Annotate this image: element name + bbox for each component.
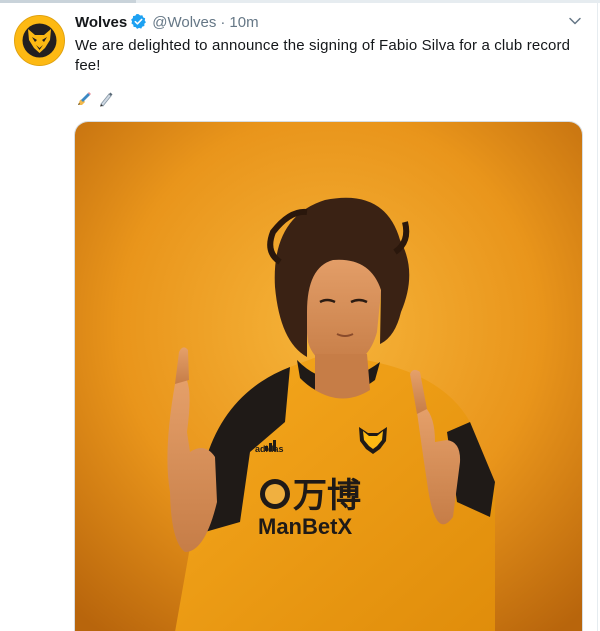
writing-hand-emoji — [76, 91, 92, 107]
kit-brand-label: adidas — [255, 444, 284, 454]
timestamp[interactable]: 10m — [229, 14, 258, 31]
tweet-card[interactable]: Wolves @Wolves · 10m We are delighted to an… — [0, 0, 600, 631]
chevron-down-icon[interactable] — [568, 14, 582, 28]
separator-dot: · — [220, 14, 226, 31]
wolf-crest-icon — [15, 16, 64, 65]
tweet-photo[interactable]: adidas 万博 ManBetX — [74, 121, 583, 631]
player-photo: adidas 万博 ManBetX — [75, 122, 582, 631]
sponsor-text: ManBetX — [258, 514, 352, 539]
pen-emoji — [98, 91, 114, 107]
emoji-row — [76, 91, 116, 111]
verified-badge-icon — [130, 13, 147, 30]
tweet-text: We are delighted to announce the signing… — [75, 37, 571, 74]
tweet-header: Wolves @Wolves · 10m — [75, 13, 259, 33]
avatar[interactable] — [14, 15, 65, 66]
sponsor-chinese-text: 万博 — [293, 476, 361, 516]
display-name[interactable]: Wolves — [75, 14, 127, 31]
handle[interactable]: @Wolves — [152, 14, 216, 31]
